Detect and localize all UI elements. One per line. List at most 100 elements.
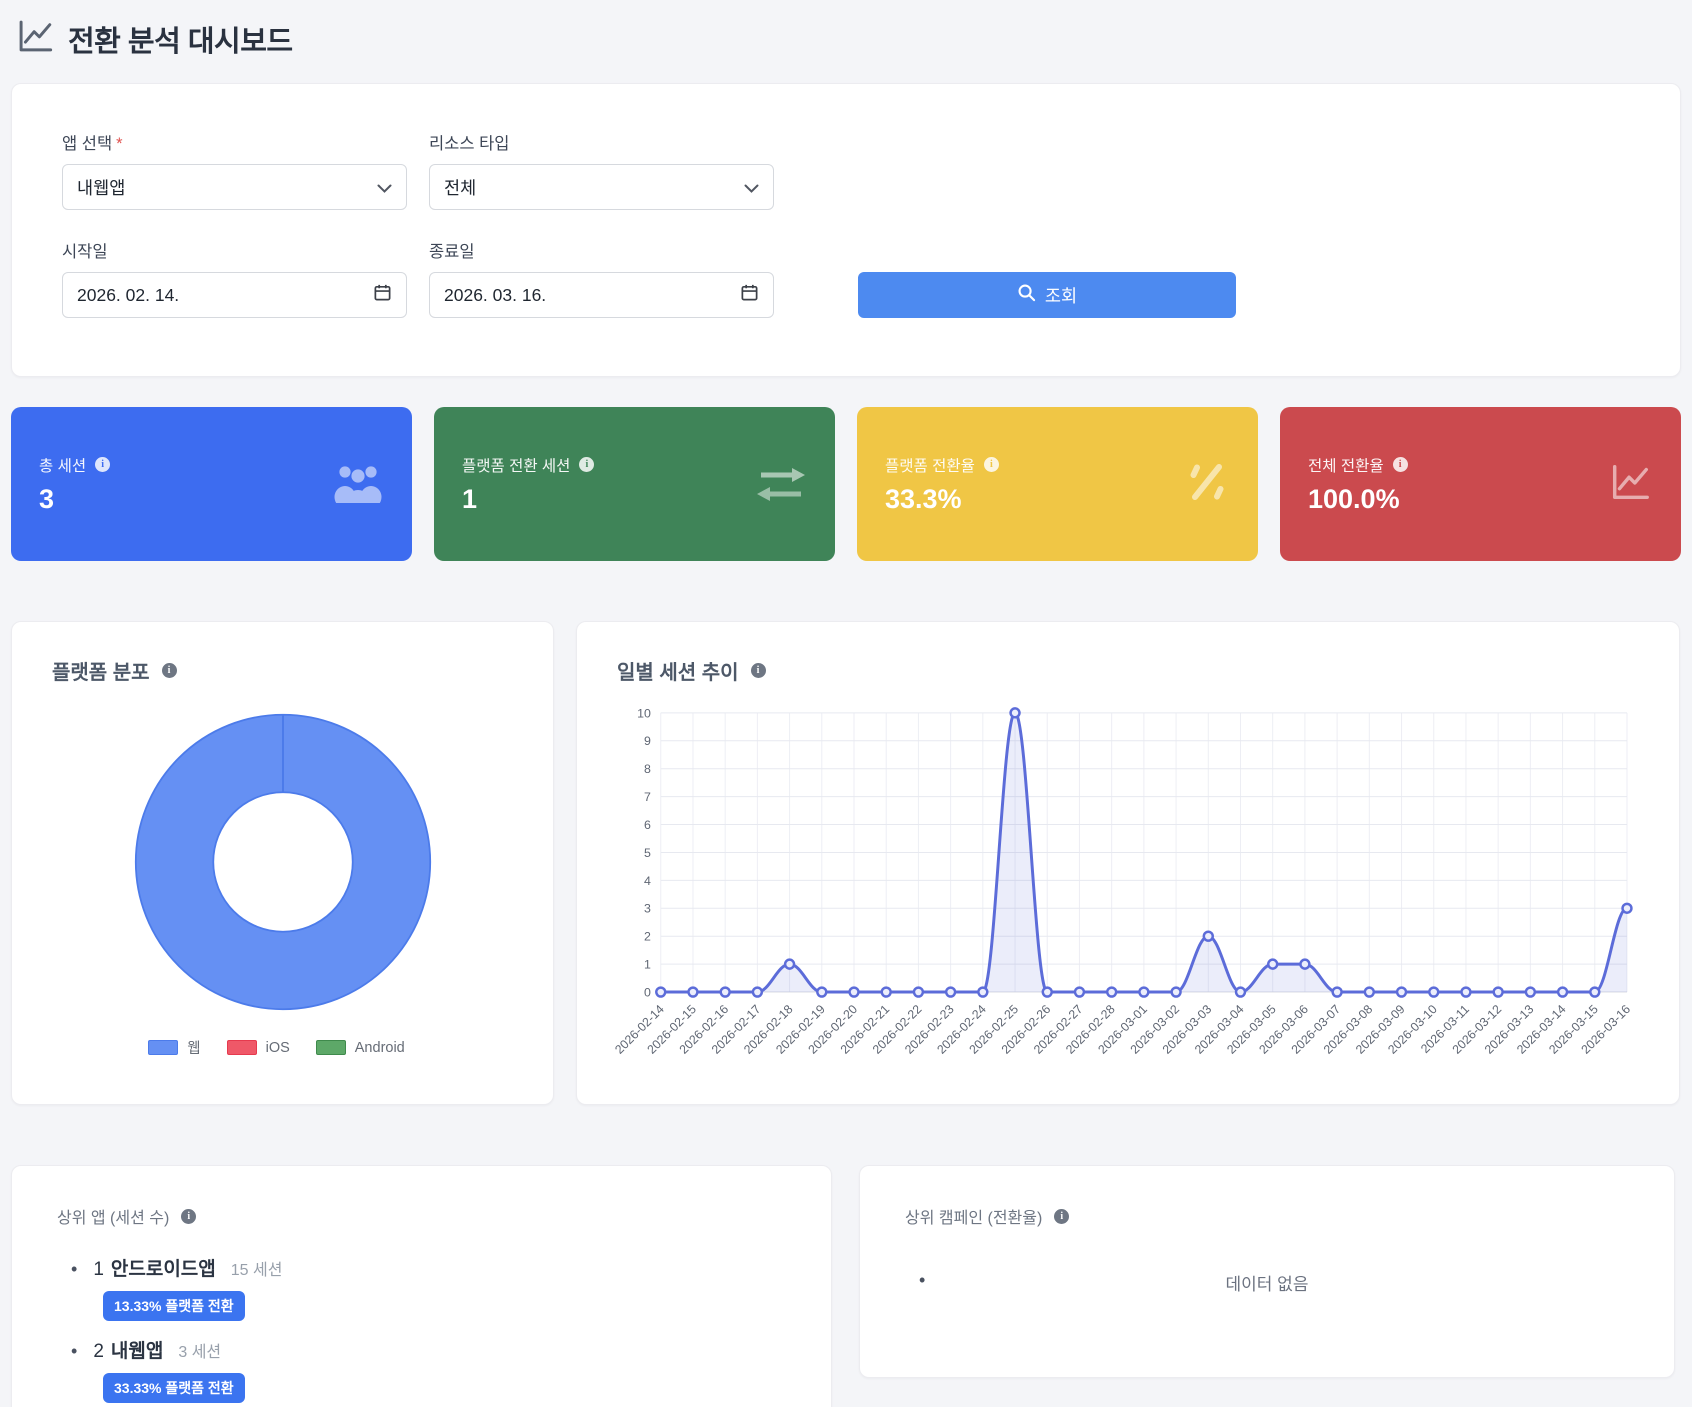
chevron-down-icon — [377, 177, 392, 198]
legend-swatch-web — [148, 1040, 178, 1055]
app-select-label: 앱 선택* — [62, 130, 407, 154]
search-icon — [1017, 283, 1036, 307]
top-campaigns-panel: 상위 캠페인 (전환율) i • 데이터 없음 — [859, 1165, 1675, 1378]
resource-type-select[interactable]: 전체 — [429, 164, 774, 210]
svg-text:10: 10 — [637, 706, 651, 720]
legend-swatch-android — [316, 1040, 346, 1055]
start-date-label: 시작일 — [62, 238, 407, 262]
legend-item-web[interactable]: 웹 — [148, 1037, 200, 1058]
end-date-value: 2026. 03. 16. — [444, 285, 546, 306]
top-apps-panel: 상위 앱 (세션 수) i • 1 안드로이드앱 15 세션 13.33% 플랫… — [11, 1165, 832, 1407]
app-select[interactable]: 내웹앱 — [62, 164, 407, 210]
app-name: 내웹앱 — [111, 1336, 163, 1363]
empty-state: • 데이터 없음 — [905, 1270, 1629, 1295]
stat-card-value: 100.0% — [1308, 484, 1408, 515]
app-rank: 2 — [93, 1341, 104, 1363]
filter-panel: 앱 선택* 내웹앱 리소스 타입 전체 — [11, 83, 1681, 377]
bullet-icon: • — [71, 1341, 77, 1362]
app-sessions: 3 세션 — [178, 1338, 221, 1362]
donut-legend: 웹 iOS Android — [52, 1037, 513, 1058]
list-item: • 1 안드로이드앱 15 세션 13.33% 플랫폼 전환 — [71, 1254, 786, 1336]
stat-cards-row: 총 세션 i 3 플랫폼 전환 세션 i 1 — [11, 407, 1681, 561]
start-date-value: 2026. 02. 14. — [77, 285, 179, 306]
info-icon[interactable]: i — [579, 457, 594, 472]
stat-card-platform-conversion-rate: 플랫폼 전환율 i 33.3% — [857, 407, 1258, 561]
svg-text:6: 6 — [644, 818, 651, 832]
swap-arrows-icon — [755, 462, 807, 507]
stat-card-label: 총 세션 — [39, 454, 86, 476]
svg-text:3: 3 — [644, 902, 651, 916]
bullet-icon: • — [71, 1259, 77, 1280]
top-campaigns-title: 상위 캠페인 (전환율) — [905, 1204, 1042, 1228]
stat-card-label: 전체 전환율 — [1308, 454, 1384, 476]
end-date-field: 종료일 2026. 03. 16. — [429, 238, 774, 318]
bullet-icon: • — [919, 1270, 925, 1291]
start-date-field: 시작일 2026. 02. 14. — [62, 238, 407, 318]
platform-donut-chart — [52, 713, 513, 1011]
top-apps-title: 상위 앱 (세션 수) — [57, 1204, 169, 1228]
empty-state-text: 데이터 없음 — [905, 1270, 1629, 1295]
resource-type-value: 전체 — [444, 175, 476, 200]
svg-text:9: 9 — [644, 734, 651, 748]
stat-card-label: 플랫폼 전환 세션 — [462, 454, 570, 476]
line-chart-icon — [1607, 460, 1653, 509]
legend-swatch-ios — [227, 1040, 257, 1055]
users-icon — [332, 461, 384, 508]
info-icon[interactable]: i — [1393, 457, 1408, 472]
graph-up-icon — [15, 16, 55, 61]
svg-text:5: 5 — [644, 846, 651, 860]
stat-card-label: 플랫폼 전환율 — [885, 454, 975, 476]
search-button-label: 조회 — [1045, 283, 1077, 308]
charts-row: 플랫폼 분포 i 웹 iOS — [11, 621, 1681, 1105]
svg-text:0: 0 — [644, 985, 651, 999]
daily-sessions-card: 일별 세션 추이 i 0123456789102026-02-142026-02… — [576, 621, 1680, 1105]
app-rank: 1 — [93, 1259, 104, 1281]
stat-card-value: 1 — [462, 484, 594, 515]
end-date-input[interactable]: 2026. 03. 16. — [429, 272, 774, 318]
search-button[interactable]: 조회 — [858, 272, 1236, 318]
stat-card-value: 33.3% — [885, 484, 999, 515]
dashboard-page: 전환 분석 대시보드 앱 선택* 내웹앱 리소스 타입 전체 — [0, 0, 1692, 1407]
top-apps-list: • 1 안드로이드앱 15 세션 13.33% 플랫폼 전환 • 2 내웹앱 3… — [71, 1254, 786, 1407]
daily-sessions-line-chart: 0123456789102026-02-142026-02-152026-02-… — [617, 699, 1639, 1095]
calendar-icon[interactable] — [740, 283, 759, 307]
resource-type-field: 리소스 타입 전체 — [429, 130, 774, 210]
list-item: • 2 내웹앱 3 세션 33.33% 플랫폼 전환 — [71, 1336, 786, 1407]
percent-icon — [1184, 461, 1230, 508]
info-icon[interactable]: i — [95, 457, 110, 472]
info-icon[interactable]: i — [162, 663, 177, 678]
required-mark: * — [116, 135, 122, 153]
platform-distribution-card: 플랫폼 분포 i 웹 iOS — [11, 621, 554, 1105]
page-header: 전환 분석 대시보드 — [15, 16, 1681, 61]
stat-card-platform-conversion-sessions: 플랫폼 전환 세션 i 1 — [434, 407, 835, 561]
conversion-badge: 13.33% 플랫폼 전환 — [103, 1291, 245, 1321]
stat-card-total-conversion-rate: 전체 전환율 i 100.0% — [1280, 407, 1681, 561]
page-title: 전환 분석 대시보드 — [68, 18, 293, 60]
app-select-field: 앱 선택* 내웹앱 — [62, 130, 407, 210]
app-name: 안드로이드앱 — [111, 1254, 216, 1281]
legend-item-ios[interactable]: iOS — [227, 1040, 290, 1056]
start-date-input[interactable]: 2026. 02. 14. — [62, 272, 407, 318]
svg-text:8: 8 — [644, 762, 651, 776]
conversion-badge: 33.33% 플랫폼 전환 — [103, 1373, 245, 1403]
platform-distribution-title: 플랫폼 분포 — [52, 656, 150, 685]
svg-text:2: 2 — [644, 930, 651, 944]
svg-text:4: 4 — [644, 874, 651, 888]
daily-sessions-title: 일별 세션 추이 — [617, 656, 739, 685]
calendar-icon[interactable] — [373, 283, 392, 307]
bottom-row: 상위 앱 (세션 수) i • 1 안드로이드앱 15 세션 13.33% 플랫… — [11, 1165, 1681, 1407]
svg-text:1: 1 — [644, 958, 651, 972]
stat-card-value: 3 — [39, 484, 110, 515]
chevron-down-icon — [744, 177, 759, 198]
legend-item-android[interactable]: Android — [316, 1040, 405, 1056]
info-icon[interactable]: i — [984, 457, 999, 472]
stat-card-total-sessions: 총 세션 i 3 — [11, 407, 412, 561]
resource-type-label: 리소스 타입 — [429, 130, 774, 154]
info-icon[interactable]: i — [181, 1209, 196, 1224]
info-icon[interactable]: i — [751, 663, 766, 678]
svg-text:7: 7 — [644, 790, 651, 804]
info-icon[interactable]: i — [1054, 1209, 1069, 1224]
app-select-value: 내웹앱 — [77, 175, 125, 200]
end-date-label: 종료일 — [429, 238, 774, 262]
app-sessions: 15 세션 — [231, 1256, 283, 1280]
